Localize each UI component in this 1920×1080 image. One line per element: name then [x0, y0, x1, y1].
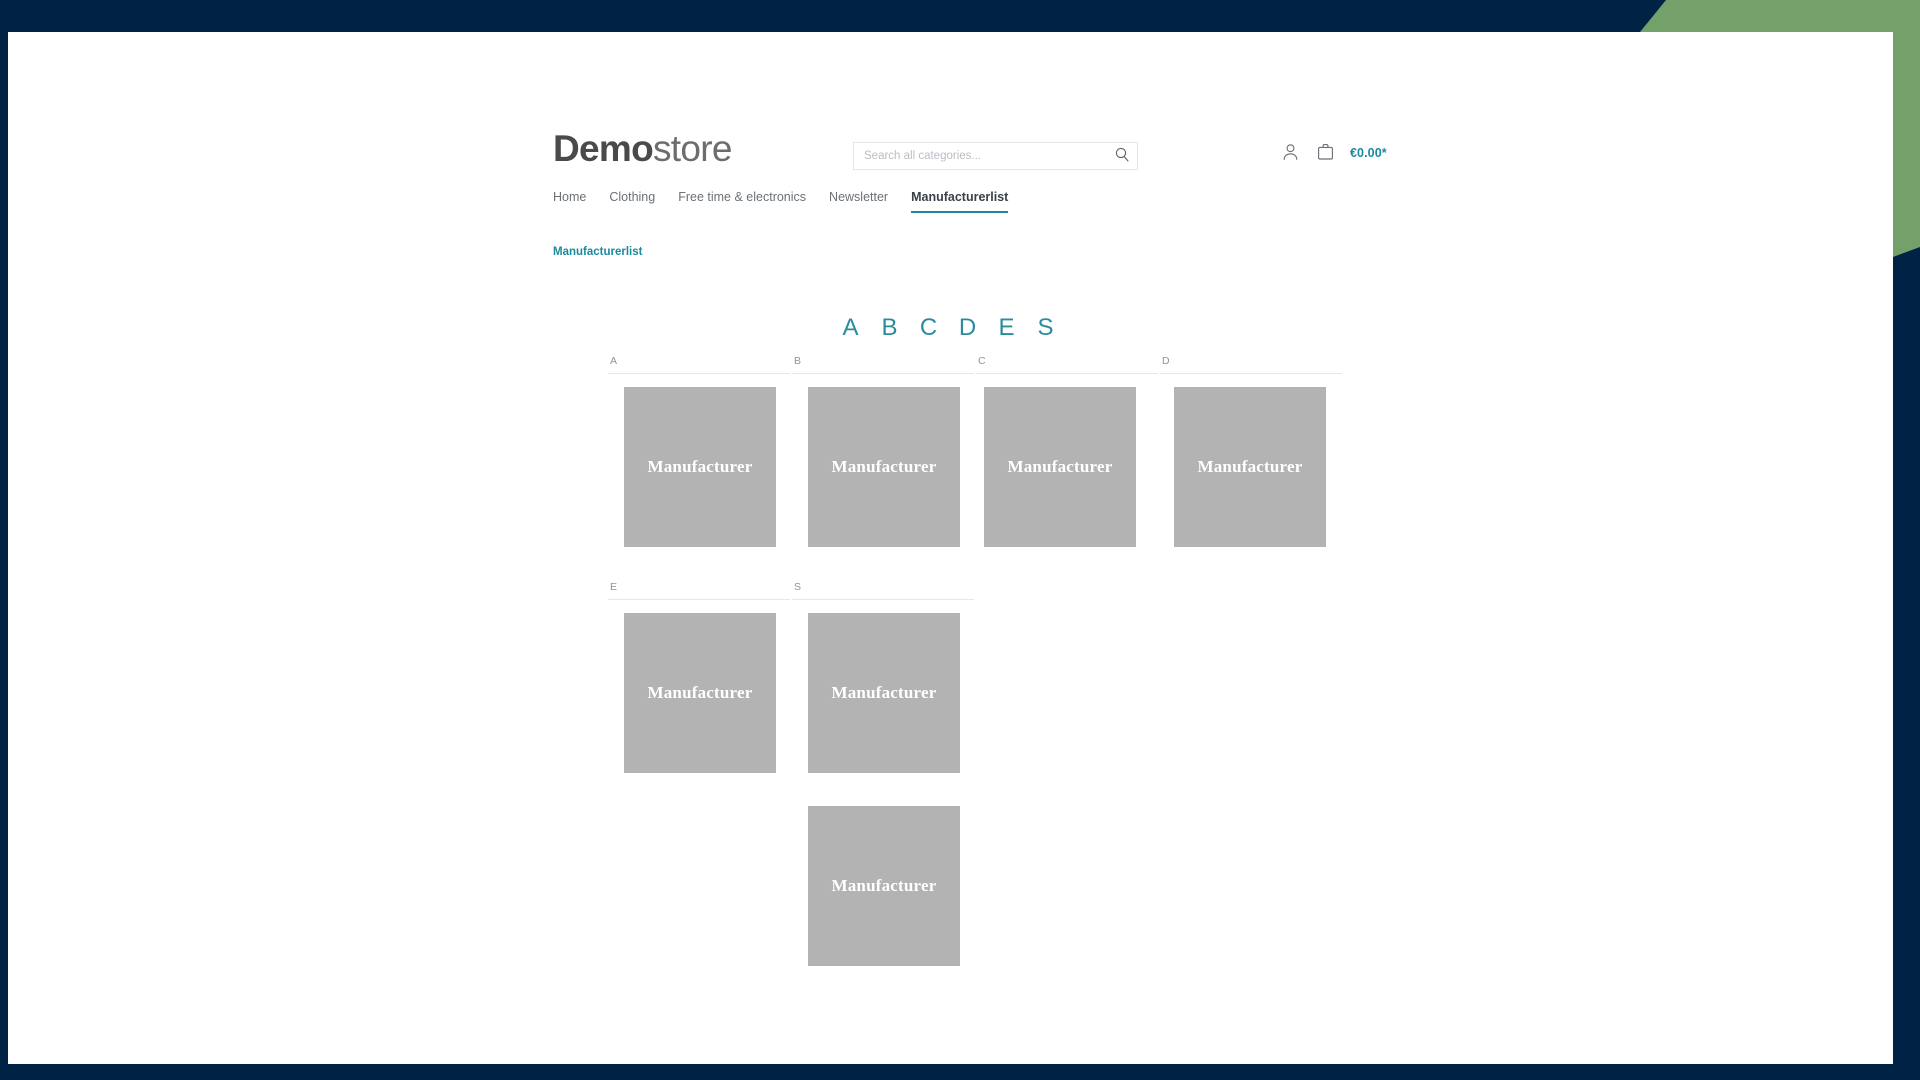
group-letter-heading: S	[794, 581, 802, 593]
main-navigation: Home Clothing Free time & electronics Ne…	[553, 190, 1009, 213]
manufacturer-grid: A Manufacturer B Manufacturer C Manufact…	[608, 354, 1344, 999]
manufacturer-group-e: E Manufacturer	[608, 580, 792, 999]
manufacturer-tile-label: Manufacturer	[647, 683, 753, 702]
manufacturer-group-d: D Manufacturer	[1160, 354, 1344, 580]
manufacturer-tile-label: Manufacturer	[647, 457, 753, 476]
group-letter-heading: C	[978, 355, 986, 367]
group-letter-heading: D	[1162, 355, 1170, 367]
group-divider	[1160, 373, 1342, 374]
manufacturer-tile-label: Manufacturer	[1197, 457, 1303, 476]
group-divider	[608, 373, 790, 374]
manufacturer-group-c: C Manufacturer	[976, 354, 1160, 580]
group-letter-heading: B	[794, 355, 802, 367]
group-letter-heading: A	[610, 355, 618, 367]
cart-total-amount[interactable]: €0.00*	[1350, 146, 1387, 160]
group-divider	[976, 373, 1158, 374]
alpha-link-b[interactable]: B	[870, 314, 909, 342]
alpha-link-d[interactable]: D	[948, 314, 987, 342]
cart-button[interactable]	[1315, 142, 1335, 164]
alphabet-filter: A B C D E S	[553, 314, 1343, 342]
search-input[interactable]	[854, 143, 1107, 169]
shop-header: Demostore Search all categories... €0.00…	[8, 32, 1893, 213]
manufacturer-group-b: B Manufacturer	[792, 354, 976, 580]
breadcrumb[interactable]: Manufacturerlist	[553, 246, 642, 258]
manufacturer-tile-label: Manufacturer	[831, 876, 937, 895]
manufacturer-tile-label: Manufacturer	[831, 457, 937, 476]
search-bar[interactable]	[853, 142, 1138, 170]
manufacturer-tile-label: Manufacturer	[831, 683, 937, 702]
group-divider	[608, 599, 790, 600]
alpha-link-c[interactable]: C	[909, 314, 948, 342]
shop-page: Demostore Search all categories... €0.00…	[8, 32, 1893, 966]
shop-logo[interactable]: Demostore	[553, 130, 732, 167]
manufacturer-group-a: A Manufacturer	[608, 354, 792, 580]
manufacturer-tile[interactable]: Manufacturer	[808, 806, 960, 966]
nav-item-home[interactable]: Home	[553, 190, 586, 211]
manufacturer-group-s: S Manufacturer Manufacturer	[792, 580, 976, 999]
group-divider	[792, 373, 974, 374]
manufacturer-tile[interactable]: Manufacturer	[624, 387, 776, 547]
browser-viewport: Demostore Search all categories... €0.00…	[8, 32, 1893, 1064]
manufacturer-tile[interactable]: Manufacturer	[808, 613, 960, 773]
manufacturer-tile[interactable]: Manufacturer	[1174, 387, 1326, 547]
manufacturer-tile[interactable]: Manufacturer	[808, 387, 960, 547]
person-icon	[1282, 143, 1299, 164]
manufacturer-tile[interactable]: Manufacturer	[984, 387, 1136, 547]
logo-text-primary: Demo	[553, 128, 654, 169]
alpha-link-s[interactable]: S	[1026, 314, 1065, 342]
manufacturer-tile-label: Manufacturer	[1007, 457, 1113, 476]
search-submit-button[interactable]	[1107, 143, 1137, 169]
group-divider	[792, 599, 974, 600]
nav-item-newsletter[interactable]: Newsletter	[829, 190, 888, 211]
alpha-link-a[interactable]: A	[831, 314, 870, 342]
nav-item-free-time-electronics[interactable]: Free time & electronics	[678, 190, 806, 211]
group-letter-heading: E	[610, 581, 618, 593]
nav-item-manufacturerlist[interactable]: Manufacturerlist	[911, 190, 1009, 213]
search-icon	[1115, 147, 1130, 165]
manufacturer-tile[interactable]: Manufacturer	[624, 613, 776, 773]
logo-text-secondary: store	[653, 128, 732, 169]
nav-item-clothing[interactable]: Clothing	[609, 190, 655, 211]
account-button[interactable]	[1280, 142, 1300, 164]
window-frame-green-accent-right	[1893, 32, 1920, 257]
alpha-link-e[interactable]: E	[987, 314, 1026, 342]
header-actions: €0.00*	[1280, 142, 1387, 164]
window-frame-green-accent-top	[1640, 0, 1920, 32]
shopping-bag-icon	[1317, 143, 1334, 164]
